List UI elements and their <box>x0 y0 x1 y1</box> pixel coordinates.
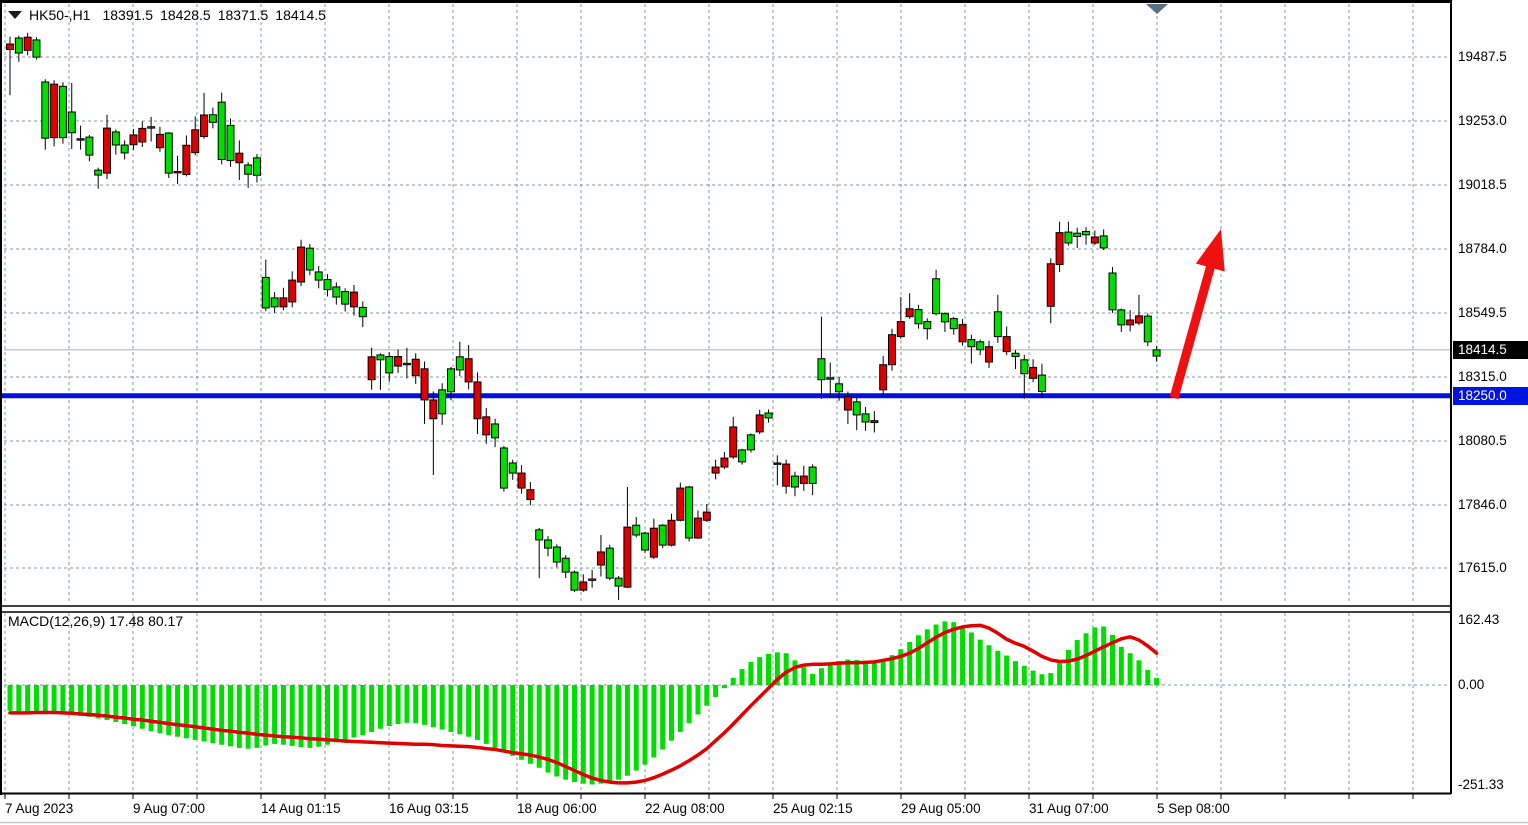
quote-close: 18414.5 <box>275 7 326 23</box>
symbol-dropdown-icon[interactable] <box>8 11 22 19</box>
quote-high: 18428.5 <box>160 7 211 23</box>
current-bar-marker-icon <box>1146 4 1168 14</box>
macd-axis-label: -251.33 <box>1458 777 1504 793</box>
price-axis-label: 19487.5 <box>1458 49 1507 65</box>
time-axis-label: 18 Aug 06:00 <box>517 801 597 816</box>
macd-indicator-label: MACD(12,26,9) 17.48 80.17 <box>8 613 183 629</box>
time-axis-label: 25 Aug 02:15 <box>773 801 853 816</box>
quote-bar: HK50-,H1 18391.5 18428.5 18371.5 18414.5 <box>8 7 333 23</box>
price-axis-label: 19253.0 <box>1458 113 1507 129</box>
quote-open: 18391.5 <box>102 7 153 23</box>
price-axis-label: 18315.0 <box>1458 369 1507 385</box>
candles-layer <box>7 33 1161 600</box>
macd-axis-label: 162.43 <box>1458 612 1499 628</box>
quote-low: 18371.5 <box>218 7 269 23</box>
chart-window: HK50-,H1 18391.5 18428.5 18371.5 18414.5 MAC… <box>0 0 1528 825</box>
price-axis-label: 18784.0 <box>1458 241 1507 257</box>
support-price-tag: 18250.0 <box>1453 387 1528 405</box>
price-axis-label: 17615.0 <box>1458 560 1507 576</box>
time-axis-label: 29 Aug 05:00 <box>901 801 981 816</box>
macd-histogram-layer <box>8 621 1160 784</box>
current-price-tag: 18414.5 <box>1453 341 1528 359</box>
price-axis-label: 19018.5 <box>1458 177 1507 193</box>
symbol-period-label: HK50-,H1 <box>29 7 90 23</box>
chart-canvas[interactable] <box>0 0 1528 825</box>
price-axis-label: 17846.0 <box>1458 497 1507 513</box>
time-axis-label: 7 Aug 2023 <box>5 801 73 816</box>
price-axis-label: 18080.5 <box>1458 433 1507 449</box>
time-axis-label: 9 Aug 07:00 <box>133 801 205 816</box>
time-axis-label: 5 Sep 08:00 <box>1157 801 1230 816</box>
trend-arrow[interactable] <box>1174 229 1225 398</box>
macd-axis-label: 0.00 <box>1458 677 1484 693</box>
time-axis-label: 16 Aug 03:15 <box>389 801 469 816</box>
time-axis-label: 31 Aug 07:00 <box>1029 801 1109 816</box>
price-axis-label: 18549.5 <box>1458 305 1507 321</box>
time-axis-label: 22 Aug 08:00 <box>645 801 725 816</box>
time-axis-label: 14 Aug 01:15 <box>261 801 341 816</box>
